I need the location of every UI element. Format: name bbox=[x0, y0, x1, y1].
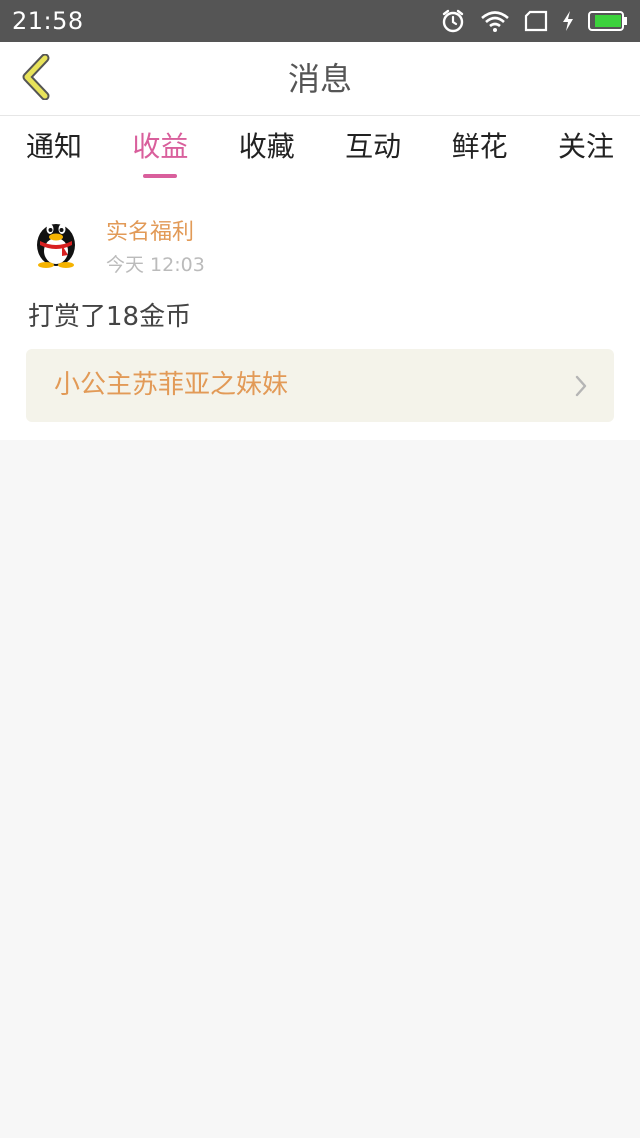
tab-bar: 通知 收益 收藏 互动 鲜花 关注 bbox=[0, 116, 640, 182]
message-text: 打赏了18金币 bbox=[28, 302, 192, 332]
tab-notifications[interactable]: 通知 bbox=[26, 116, 82, 182]
linked-content-card[interactable]: 小公主苏菲亚之妹妹 bbox=[26, 349, 614, 422]
penguin-avatar-icon[interactable] bbox=[28, 212, 84, 268]
tab-interactions[interactable]: 互动 bbox=[345, 116, 401, 182]
status-time: 21:58 bbox=[12, 7, 84, 35]
page-title: 消息 bbox=[287, 60, 352, 98]
wifi-icon bbox=[480, 9, 510, 33]
tab-following[interactable]: 关注 bbox=[558, 116, 614, 182]
status-bar: 21:58 bbox=[0, 0, 640, 42]
nav-bar: 消息 bbox=[0, 42, 640, 116]
battery-icon bbox=[588, 10, 628, 32]
status-icons bbox=[440, 8, 628, 34]
charging-icon bbox=[562, 11, 574, 31]
sender-name[interactable]: 实名福利 bbox=[106, 214, 194, 246]
tab-flowers[interactable]: 鲜花 bbox=[452, 116, 508, 182]
alarm-icon bbox=[440, 8, 466, 34]
chevron-right-icon bbox=[574, 375, 588, 401]
tab-favorites[interactable]: 收藏 bbox=[239, 116, 295, 182]
message-time: 今天 12:03 bbox=[106, 254, 205, 276]
tab-earnings[interactable]: 收益 bbox=[132, 116, 188, 182]
sim-icon bbox=[524, 10, 548, 32]
message-item: 实名福利 今天 12:03 打赏了18金币 小公主苏菲亚之妹妹 bbox=[0, 182, 640, 440]
linked-content-title: 小公主苏菲亚之妹妹 bbox=[54, 370, 289, 400]
